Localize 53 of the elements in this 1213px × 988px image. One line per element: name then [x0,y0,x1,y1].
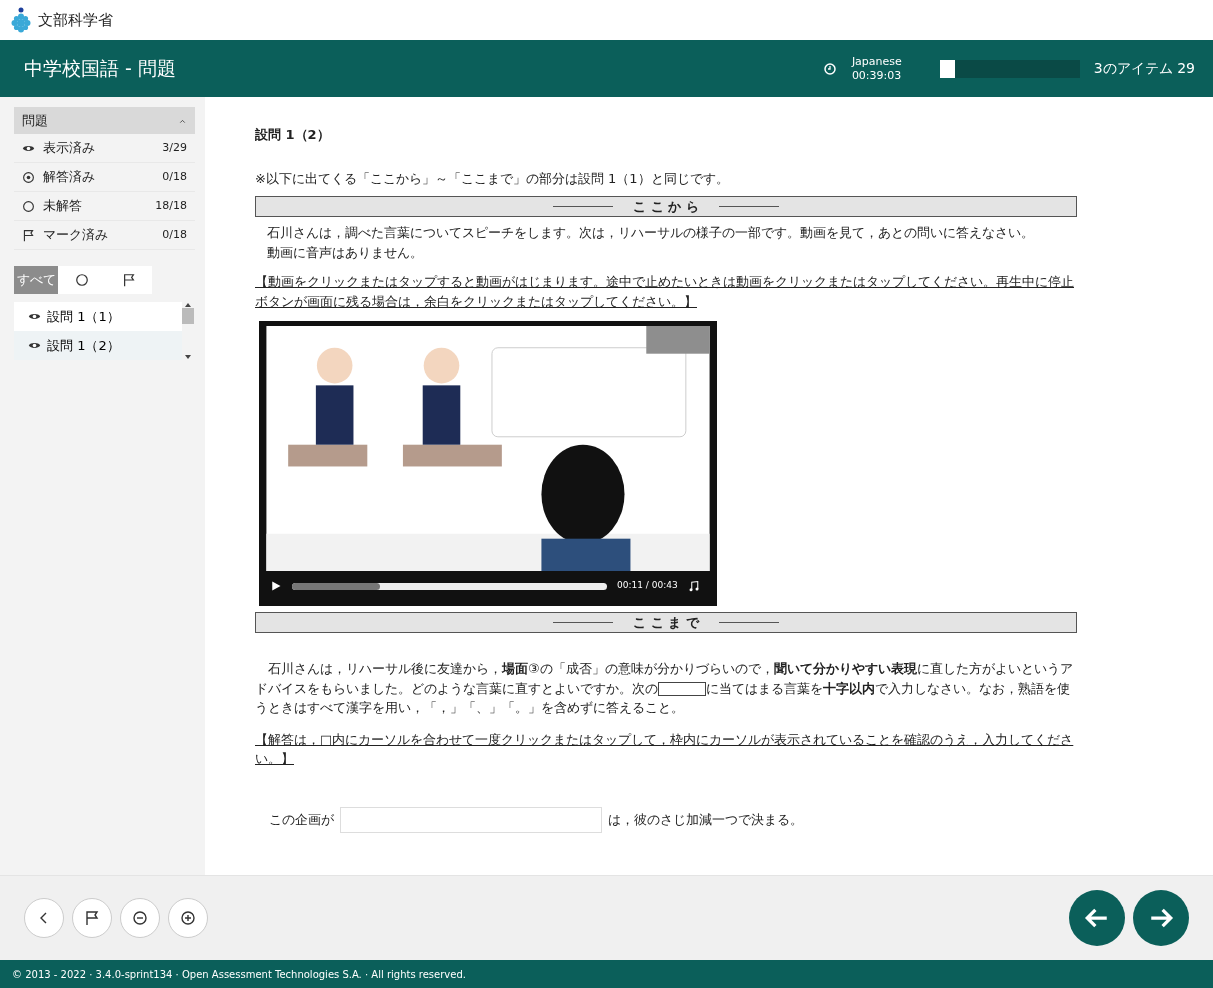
filter-tab[interactable] [58,266,105,294]
marker-text: こ こ ま で [633,613,699,632]
timer-value: 00:39:03 [851,68,902,82]
music-note-icon [687,580,700,593]
stat-count: 0/18 [162,226,187,243]
question-item[interactable]: 設問 1（1） [14,302,182,331]
minus-circle-icon [132,910,148,926]
instruction-text: 【解答は，□内にカーソルを合わせて一度クリックまたはタップして，枠内にカーソルが表示されていることを確認のうえ，入力してください。】 [255,730,1075,768]
flag-button[interactable] [72,898,112,938]
stat-count: 18/18 [155,197,187,214]
brand-name: 文部科学省 [38,9,113,31]
seek-bar[interactable] [292,582,607,590]
sentence-text: は，彼のさじ加減一つで決まる。 [608,810,803,829]
next-button[interactable] [1133,890,1189,946]
flag-icon [84,910,100,926]
flag-icon [22,228,35,242]
scroll-down-icon[interactable] [184,354,192,360]
intro-text: 石川さんは，調べた言葉についてスピーチをします。次は，リハーサルの様子の一部です。動画を見て，あとの問いに答えなさい。 [267,224,1035,242]
plus-circle-icon [180,910,196,926]
stat-label: 解答済み [43,168,96,187]
question-item[interactable]: 設問 1（2） [14,331,182,360]
scrollbar[interactable] [182,302,194,360]
radio-icon [22,170,35,184]
zoom-out-button[interactable] [120,898,160,938]
section-title: 問題 [22,111,48,130]
stat-label: 未解答 [43,197,83,216]
previous-button[interactable] [1069,890,1125,946]
test-title: 中学校国語 - 問題 [24,56,176,82]
stat-label: 表示済み [43,139,96,158]
copyright-text: © 2013 - 2022 · 3.4.0-sprint134 · Open Assessment Technologies S.A. · All rights reserved. [12,967,466,982]
stat-count: 0/18 [162,168,187,185]
clock-icon [823,62,836,75]
video-time: 00:11 / 00:43 [617,579,678,593]
answer-field[interactable] [340,806,602,833]
timer-label: Japanese [851,55,902,69]
circle-icon [74,273,89,287]
question-title: 設問 1（2） [255,126,331,144]
note-text: ※以下に出てくる「ここから」～「ここまで」の部分は設問 1（1）と同じです。 [255,169,730,188]
progress-text: 3のアイテム 29 [1093,59,1195,78]
intro-text: 動画に音声はありません。 [267,243,424,262]
circle-icon [22,199,35,213]
flag-icon [121,273,136,287]
stat-label: マーク済み [43,226,109,245]
filter-tab[interactable] [105,266,152,294]
zoom-in-button[interactable] [168,898,208,938]
play-icon [270,580,282,593]
marker-text: こ こ か ら [633,197,699,216]
video-player[interactable]: 00:11 / 00:43 [259,321,717,606]
stat-count: 3/29 [162,139,187,156]
question-prompt: 石川さんは，リハーサル後に友達から，場面③の「成否」の意味が分かりづらいので，聞いて分かりやすい表現に直した方がよいというアドバイスをもらいました。どのような言葉に直すとよいですか。次の に当てはまる言葉を十字以内で入力しなさい。なお，熟語を使うときはすべて漢字を用い，「，」「、」「。」を含めずに答えること。 [255,660,1074,717]
sentence-text: この企画が [269,810,334,829]
section-header[interactable]: 問題 [14,107,195,134]
instruction-text: 【動画をクリックまたはタップすると動画がはじまります。途中で止めたいときは動画をクリックまたはタップしてください。再生中に停止ボタンが画面に残る場合は，余白をクリックまたはタップしてください。】 [255,273,1075,311]
